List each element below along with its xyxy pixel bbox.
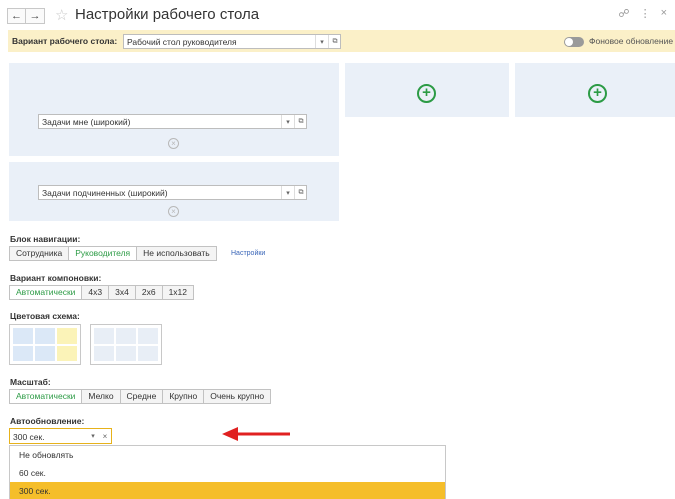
auto-update-label: Автообновление: xyxy=(10,416,85,426)
nav-option-employee[interactable]: Сотрудника xyxy=(9,246,70,261)
page-title: Настройки рабочего стола xyxy=(75,6,260,23)
desktop-variant-value: Рабочий стол руководителя xyxy=(127,37,237,47)
background-update-toggle[interactable] xyxy=(564,37,584,47)
chevron-down-icon[interactable]: ▾ xyxy=(281,186,294,199)
chevron-down-icon[interactable]: ▾ xyxy=(87,429,99,443)
middle-column-panel: + xyxy=(345,63,509,117)
color-scheme-plain[interactable] xyxy=(90,324,162,365)
open-icon[interactable]: ⧉ xyxy=(328,35,341,48)
scale-option-medium[interactable]: Средне xyxy=(120,389,164,404)
layout-variant-label: Вариант компоновки: xyxy=(10,273,102,283)
auto-update-dropdown-list: Не обновлять 60 сек. 300 сек. xyxy=(9,445,446,499)
navigation-settings-link[interactable]: Настройки xyxy=(231,250,265,257)
scale-options: Автоматически Мелко Средне Крупно Очень … xyxy=(9,389,272,404)
open-icon[interactable]: ⧉ xyxy=(294,115,307,128)
link-icon[interactable]: ☍ xyxy=(618,7,629,20)
close-icon[interactable]: × xyxy=(661,7,667,20)
desktop-variant-bar: Вариант рабочего стола: Рабочий стол рук… xyxy=(8,30,675,52)
scale-option-large[interactable]: Крупно xyxy=(163,389,205,404)
scale-option-extra-large[interactable]: Очень крупно xyxy=(204,389,272,404)
nav-buttons: ← → xyxy=(7,8,45,24)
arrow-right-icon: → xyxy=(29,10,41,22)
remove-circle-icon[interactable]: × xyxy=(168,206,179,217)
layout-option-2x6[interactable]: 2x6 xyxy=(135,285,163,300)
scale-option-auto[interactable]: Автоматически xyxy=(9,389,83,404)
left-column-panel-1: Задачи мне (широкий) ▾ ⧉ × xyxy=(9,63,339,156)
layout-option-auto[interactable]: Автоматически xyxy=(9,285,83,300)
forward-button[interactable]: → xyxy=(26,8,45,24)
auto-update-select[interactable]: 300 сек. ▾ × xyxy=(9,428,112,444)
dropdown-option[interactable]: Не обновлять xyxy=(10,446,445,464)
open-icon[interactable]: ⧉ xyxy=(294,186,307,199)
nav-option-manager[interactable]: Руководителя xyxy=(69,246,138,261)
navigation-block-label: Блок навигации: xyxy=(10,234,81,244)
scale-label: Масштаб: xyxy=(10,377,51,387)
layout-option-4x3[interactable]: 4x3 xyxy=(82,285,110,300)
right-column-panel: + xyxy=(515,63,675,117)
dropdown-option[interactable]: 60 сек. xyxy=(10,464,445,482)
scale-option-small[interactable]: Мелко xyxy=(82,389,121,404)
clear-icon[interactable]: × xyxy=(99,429,111,443)
remove-circle-icon[interactable]: × xyxy=(168,138,179,149)
widget-select-2[interactable]: Задачи подчиненных (широкий) ▾ ⧉ xyxy=(38,185,307,200)
favorite-star-icon[interactable]: ☆ xyxy=(55,6,68,24)
layout-option-3x4[interactable]: 3x4 xyxy=(109,285,136,300)
add-widget-plus-icon[interactable]: + xyxy=(588,84,607,103)
more-icon[interactable]: ⋮ xyxy=(640,7,651,20)
add-widget-plus-icon[interactable]: + xyxy=(417,84,436,103)
left-column-panel-2: Задачи подчиненных (широкий) ▾ ⧉ × xyxy=(9,162,339,221)
nav-option-none[interactable]: Не использовать xyxy=(137,246,217,261)
layout-option-1x12[interactable]: 1x12 xyxy=(162,285,195,300)
layout-variant-options: Автоматически 4x3 3x4 2x6 1x12 xyxy=(9,285,195,300)
chevron-down-icon[interactable]: ▾ xyxy=(315,35,328,48)
color-scheme-colored[interactable] xyxy=(9,324,81,365)
window-controls: ☍ ⋮ × xyxy=(618,7,667,20)
background-update-label: Фоновое обновление ? xyxy=(589,36,674,46)
navigation-block-options: Сотрудника Руководителя Не использовать xyxy=(9,246,217,261)
desktop-variant-label: Вариант рабочего стола: xyxy=(12,36,118,46)
title-bar: ← → ☆ Настройки рабочего стола ☍ ⋮ × xyxy=(0,0,675,30)
dropdown-option-selected[interactable]: 300 сек. xyxy=(10,482,445,499)
arrow-left-icon: ← xyxy=(11,10,22,22)
auto-update-value: 300 сек. xyxy=(13,432,45,442)
color-scheme-label: Цветовая схема: xyxy=(10,311,80,321)
widget-select-1-value: Задачи мне (широкий) xyxy=(42,117,131,127)
chevron-down-icon[interactable]: ▾ xyxy=(281,115,294,128)
back-button[interactable]: ← xyxy=(7,8,26,24)
widget-select-2-value: Задачи подчиненных (широкий) xyxy=(42,188,168,198)
desktop-variant-select[interactable]: Рабочий стол руководителя ▾ ⧉ xyxy=(123,34,341,49)
widget-select-1[interactable]: Задачи мне (широкий) ▾ ⧉ xyxy=(38,114,307,129)
red-arrow-icon xyxy=(222,427,290,441)
